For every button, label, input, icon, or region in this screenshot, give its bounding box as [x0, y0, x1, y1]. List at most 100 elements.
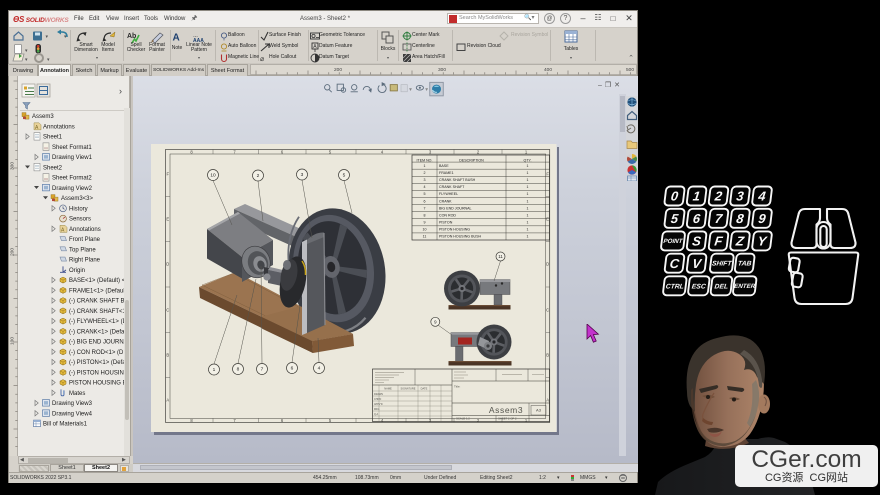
svg-text:4: 4: [424, 185, 426, 189]
svg-text:1: 1: [424, 164, 426, 168]
svg-text:Right Plane: Right Plane: [69, 258, 101, 264]
svg-text:NAME: NAME: [384, 386, 392, 390]
svg-text:3: 3: [424, 178, 426, 182]
svg-text:ENTER: ENTER: [734, 283, 756, 290]
svg-text:B: B: [166, 353, 169, 358]
svg-text:History: History: [69, 206, 88, 212]
svg-text:200: 200: [10, 248, 16, 256]
svg-text:DESCRIPTION: DESCRIPTION: [459, 159, 484, 163]
svg-text:E: E: [546, 217, 549, 222]
svg-text:500: 500: [626, 67, 634, 73]
svg-text:1: 1: [527, 171, 529, 175]
svg-text:CRANK SHAFT: CRANK SHAFT: [439, 185, 465, 189]
svg-text:100: 100: [10, 337, 16, 345]
svg-text:6: 6: [291, 366, 294, 372]
svg-text:QTY.: QTY.: [524, 159, 532, 163]
svg-text:FRAME1<1> (Defaul: FRAME1<1> (Defaul: [69, 288, 125, 294]
svg-text:10: 10: [210, 173, 216, 179]
svg-text:1: 1: [527, 235, 529, 239]
svg-text:Drawing View3: Drawing View3: [52, 401, 93, 407]
svg-text:E: E: [166, 217, 169, 222]
svg-text:1: 1: [213, 367, 216, 373]
svg-text:(-) FLYWHEEL<1> (D: (-) FLYWHEEL<1> (D: [69, 319, 128, 325]
svg-text:Assem3: Assem3: [32, 114, 54, 120]
svg-text:Sheet Format2: Sheet Format2: [52, 176, 92, 182]
svg-text:F: F: [167, 172, 170, 177]
svg-text:Q.A: Q.A: [374, 413, 379, 416]
svg-text:7: 7: [424, 206, 426, 210]
svg-text:PISTON HOUSING BUSH: PISTON HOUSING BUSH: [439, 235, 481, 239]
svg-text:9: 9: [424, 221, 426, 225]
svg-text:SHIFT: SHIFT: [711, 261, 732, 268]
svg-text:DATE: DATE: [421, 386, 428, 390]
svg-text:Title:: Title:: [454, 385, 461, 389]
svg-text:Sheet2: Sheet2: [43, 165, 63, 171]
svg-text:1: 1: [527, 178, 529, 182]
svg-text:PISTON: PISTON: [439, 221, 453, 225]
svg-text:Mates: Mates: [69, 391, 85, 397]
svg-text:3: 3: [301, 172, 304, 178]
svg-text:C: C: [166, 308, 169, 313]
svg-text:1: 1: [527, 185, 529, 189]
svg-text:CHK'D: CHK'D: [374, 398, 382, 401]
svg-text:A: A: [166, 398, 169, 403]
svg-text:D: D: [546, 262, 549, 267]
svg-text:11: 11: [423, 235, 427, 239]
svg-text:PISTON HOUSING: PISTON HOUSING: [439, 228, 470, 232]
svg-text:(-) CRANK<1> (Defa: (-) CRANK<1> (Defa: [69, 329, 125, 335]
svg-text:TAB: TAB: [737, 261, 751, 268]
svg-text:8: 8: [237, 367, 240, 373]
svg-text:BASE: BASE: [439, 164, 449, 168]
svg-text:CRANK: CRANK: [439, 199, 452, 203]
svg-text:400: 400: [544, 67, 552, 73]
svg-text:Bill of Materials1: Bill of Materials1: [43, 422, 88, 428]
svg-text:▾: ▾: [425, 87, 428, 93]
svg-text:SCALE 1:2: SCALE 1:2: [456, 417, 470, 421]
svg-text:Assem3<3>: Assem3<3>: [61, 196, 94, 202]
svg-text:PISTON HOUSING B: PISTON HOUSING B: [69, 381, 127, 387]
svg-text:300: 300: [10, 162, 16, 170]
svg-text:C: C: [546, 308, 549, 313]
svg-text:▾: ▾: [25, 48, 28, 54]
svg-text:CON ROD: CON ROD: [439, 214, 456, 218]
svg-text:4: 4: [318, 366, 321, 372]
svg-text:▾: ▾: [46, 34, 49, 40]
svg-text:8: 8: [424, 214, 426, 218]
svg-text:1: 1: [527, 164, 529, 168]
svg-text:1: 1: [527, 192, 529, 196]
svg-text:(-) PISTON<1> (Defa: (-) PISTON<1> (Defa: [69, 360, 126, 366]
svg-text:›: ›: [119, 86, 122, 96]
svg-text:SIGNATURE: SIGNATURE: [401, 386, 416, 390]
svg-text:APPV'D: APPV'D: [374, 403, 383, 406]
svg-text:Front Plane: Front Plane: [69, 237, 101, 243]
svg-text:F: F: [546, 172, 549, 177]
svg-text:A3: A3: [536, 408, 542, 413]
svg-text:1: 1: [527, 214, 529, 218]
svg-text:Sheet Format1: Sheet Format1: [52, 145, 92, 151]
svg-text:ITEM NO.: ITEM NO.: [417, 159, 433, 163]
svg-text:Drawing View4: Drawing View4: [52, 411, 93, 417]
svg-text:5: 5: [343, 173, 346, 179]
svg-text:(-) PISTON HOUSING: (-) PISTON HOUSING: [69, 370, 129, 376]
svg-text:6: 6: [424, 199, 426, 203]
svg-text:CRANK SHAFT BUSH: CRANK SHAFT BUSH: [439, 178, 476, 182]
svg-text:POINT: POINT: [663, 238, 684, 245]
svg-text:FRAME1: FRAME1: [439, 171, 454, 175]
svg-text:▾: ▾: [409, 87, 412, 93]
svg-text:2: 2: [424, 171, 426, 175]
svg-text:5: 5: [424, 192, 426, 196]
svg-text:200: 200: [334, 67, 342, 73]
svg-text:Drawing View1: Drawing View1: [52, 155, 93, 161]
svg-text:Drawing View2: Drawing View2: [52, 186, 93, 192]
svg-text:CTRL: CTRL: [665, 283, 684, 290]
svg-text:MFG: MFG: [374, 408, 379, 411]
svg-text:DRAWN: DRAWN: [374, 393, 383, 396]
svg-text:FLYWHEEL: FLYWHEEL: [439, 192, 458, 196]
svg-text:BASE<1> (Default) <: BASE<1> (Default) <: [69, 278, 126, 284]
svg-text:B: B: [546, 353, 549, 358]
svg-text:(-) CON ROD<1> (D: (-) CON ROD<1> (D: [69, 350, 124, 356]
svg-text:11: 11: [498, 254, 503, 259]
svg-text:Top Plane: Top Plane: [69, 247, 96, 253]
svg-text:SHEET 2 OF 2: SHEET 2 OF 2: [498, 417, 517, 421]
svg-text:2: 2: [257, 173, 260, 179]
